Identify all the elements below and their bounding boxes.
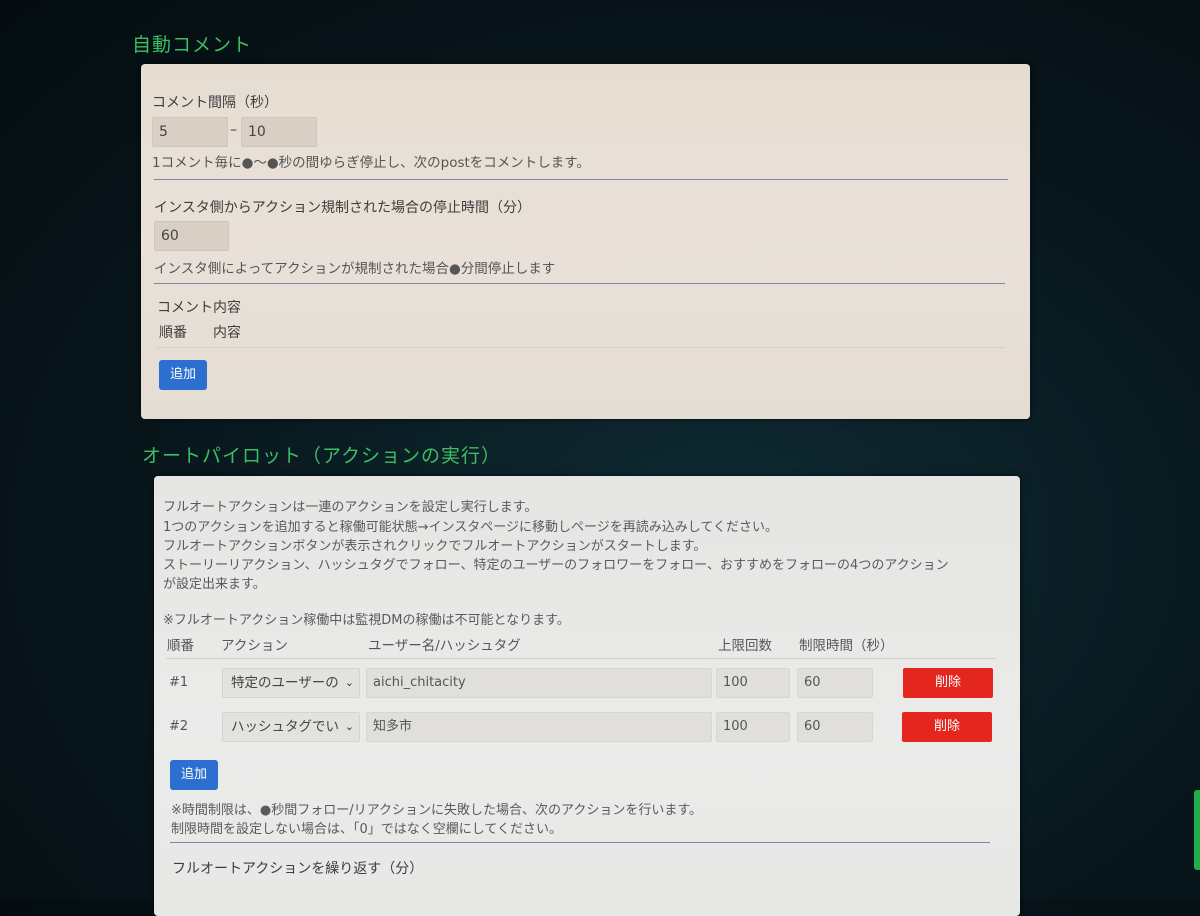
auto-comment-title: 自動コメント [132,34,253,56]
action-select-value: ハッシュタグでい [231,719,339,735]
chevron-down-icon: ⌄ [344,676,354,689]
delete-button[interactable]: 削除 [903,668,993,698]
row-number: #1 [169,675,189,690]
side-edge-accent [1194,790,1200,870]
comment-interval-label: コメント間隔（秒） [152,95,278,111]
time-limit-footnote: ※時間制限は、●秒間フォロー/リアクションに失敗した場合、次のアクションを行いま… [171,803,703,818]
autopilot-description-line: フルオートアクションは一連のアクションを設定し実行します。 [163,500,538,515]
add-comment-button[interactable]: 追加 [159,360,207,390]
col-action-header: アクション [221,638,288,654]
add-action-button[interactable]: 追加 [170,760,218,790]
time-limit-input[interactable]: 60 [797,712,873,742]
autopilot-panel: フルオートアクションは一連のアクションを設定し実行します。 1つのアクションを追… [154,476,1020,916]
repeat-label: フルオートアクションを繰り返す（分） [172,861,424,877]
row-number: #2 [169,719,189,734]
limit-count-input[interactable]: 100 [716,668,790,698]
divider [154,179,1008,180]
table-divider [166,658,996,659]
divider [170,842,990,843]
autopilot-description-line: フルオートアクションボタンが表示されクリックでフルオートアクションがスタートしま… [163,539,707,554]
col-order-header: 順番 [167,638,194,654]
autopilot-description-line: 1つのアクションを追加すると稼働可能状態→インスタページに移動しページを再読み込… [163,520,778,535]
auto-comment-panel: コメント間隔（秒） 5 – 10 1コメント毎に●～●秒の間ゆらぎ停止し、次のp… [141,64,1030,419]
time-limit-footnote: 制限時間を設定しない場合は、「0」ではなく空欄にしてください。 [171,822,562,837]
table-divider [157,347,1005,348]
limit-count-input[interactable]: 100 [716,712,790,742]
action-select-value: 特定のユーザーの [231,675,339,691]
divider [154,283,1005,284]
comment-interval-help: 1コメント毎に●～●秒の間ゆらぎ停止し、次のpostをコメントします。 [152,155,590,171]
col-username-header: ユーザー名/ハッシュタグ [368,638,521,654]
comment-content-label: コメント内容 [157,300,241,316]
interval-separator: – [230,122,237,138]
action-select[interactable]: 特定のユーザーの ⌄ [222,668,360,698]
autopilot-dm-note: ※フルオートアクション稼働中は監視DMの稼働は不可能となります。 [163,613,570,628]
hashtag-input[interactable]: 知多市 [366,712,712,742]
comment-interval-min-input[interactable]: 5 [152,117,228,147]
autopilot-title: オートパイロット（アクションの実行） [142,445,502,467]
col-limit-header: 上限回数 [718,638,772,654]
col-order-header: 順番 [159,325,187,341]
comment-interval-max-input[interactable]: 10 [241,117,317,147]
stop-time-input[interactable]: 60 [154,221,229,251]
action-select[interactable]: ハッシュタグでい ⌄ [222,712,360,742]
stop-time-help: インスタ側によってアクションが規制された場合●分間停止します [154,261,556,277]
time-limit-input[interactable]: 60 [797,668,873,698]
username-input[interactable]: aichi_chitacity [366,668,712,698]
autopilot-description-line: ストーリーリアクション、ハッシュタグでフォロー、特定のユーザーのフォロワーをフォ… [163,558,949,573]
chevron-down-icon: ⌄ [344,720,354,733]
stop-time-label: インスタ側からアクション規制された場合の停止時間（分） [154,200,532,216]
delete-button[interactable]: 削除 [902,712,992,742]
col-content-header: 内容 [213,325,241,341]
col-time-limit-header: 制限時間（秒） [799,638,894,654]
autopilot-description-line: が設定出来ます。 [163,577,266,592]
